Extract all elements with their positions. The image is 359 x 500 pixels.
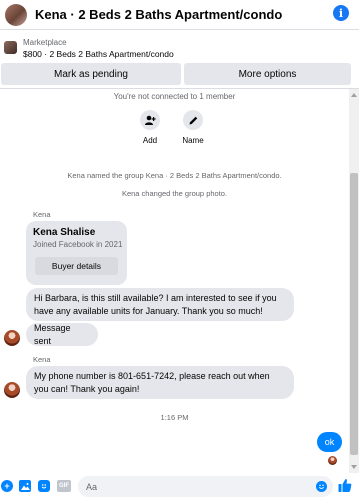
- message-input[interactable]: [78, 476, 333, 497]
- add-label: Add: [142, 136, 158, 145]
- system-message-photo: Kena changed the group photo.: [121, 189, 228, 198]
- name-label: Name: [182, 136, 204, 145]
- message-composer: + GIF: [0, 473, 359, 500]
- sender-avatar[interactable]: [4, 382, 20, 398]
- sender-avatar[interactable]: [4, 330, 20, 346]
- scroll-up-arrow-icon[interactable]: [351, 93, 357, 97]
- info-icon[interactable]: i: [333, 5, 349, 21]
- listing-thumbnail: [4, 41, 17, 54]
- sender-name: Kena: [33, 210, 51, 219]
- not-connected-notice: You're not connected to 1 member: [113, 92, 236, 101]
- pencil-icon[interactable]: [183, 110, 203, 130]
- thumbs-up-icon[interactable]: [338, 478, 352, 493]
- buyer-joined: Joined Facebook in 2021: [33, 240, 123, 249]
- more-options-button[interactable]: More options: [184, 63, 351, 85]
- mark-as-pending-button[interactable]: Mark as pending: [1, 63, 181, 85]
- plus-icon[interactable]: +: [1, 480, 13, 492]
- message-bubble[interactable]: Hi Barbara, is this still available? I a…: [26, 288, 294, 321]
- name-group-action[interactable]: Name: [173, 110, 213, 145]
- add-member-action[interactable]: Add: [130, 110, 170, 145]
- message-timestamp: 1:16 PM: [160, 413, 189, 422]
- message-bubble[interactable]: My phone number is 801-651-7242, please …: [26, 366, 294, 399]
- message-input-wrapper[interactable]: [78, 476, 333, 497]
- scroll-down-arrow-icon[interactable]: [351, 465, 357, 469]
- sender-name: Kena: [33, 355, 51, 364]
- marketplace-listing[interactable]: Marketplace $800 · 2 Beds 2 Baths Apartm…: [0, 36, 359, 62]
- listing-actions: Mark as pending More options: [0, 63, 359, 85]
- message-bubble[interactable]: Message sent: [26, 323, 98, 346]
- photo-icon[interactable]: [19, 480, 31, 492]
- add-person-icon[interactable]: [140, 110, 160, 130]
- marketplace-label: Marketplace: [23, 38, 67, 47]
- header-divider: [0, 88, 359, 89]
- seen-avatar: [328, 456, 337, 465]
- group-avatar[interactable]: [5, 3, 27, 26]
- chat-header: Kena · 2 Beds 2 Baths Apartment/condo i: [0, 0, 359, 30]
- scrollbar[interactable]: [349, 89, 359, 473]
- sticker-icon[interactable]: [38, 480, 50, 492]
- buyer-profile-card: Kena Shalise Joined Facebook in 2021 Buy…: [26, 221, 127, 285]
- system-message-renamed: Kena named the group Kena · 2 Beds 2 Bat…: [67, 171, 282, 180]
- gif-icon[interactable]: GIF: [57, 480, 71, 492]
- my-message-bubble[interactable]: ok: [317, 432, 342, 452]
- buyer-name: Kena Shalise: [33, 227, 96, 238]
- buyer-details-button[interactable]: Buyer details: [35, 257, 118, 275]
- scrollbar-thumb[interactable]: [350, 173, 358, 455]
- listing-price-title: $800 · 2 Beds 2 Baths Apartment/condo: [23, 49, 174, 59]
- chat-title[interactable]: Kena · 2 Beds 2 Baths Apartment/condo: [35, 7, 282, 22]
- emoji-icon[interactable]: [316, 481, 327, 492]
